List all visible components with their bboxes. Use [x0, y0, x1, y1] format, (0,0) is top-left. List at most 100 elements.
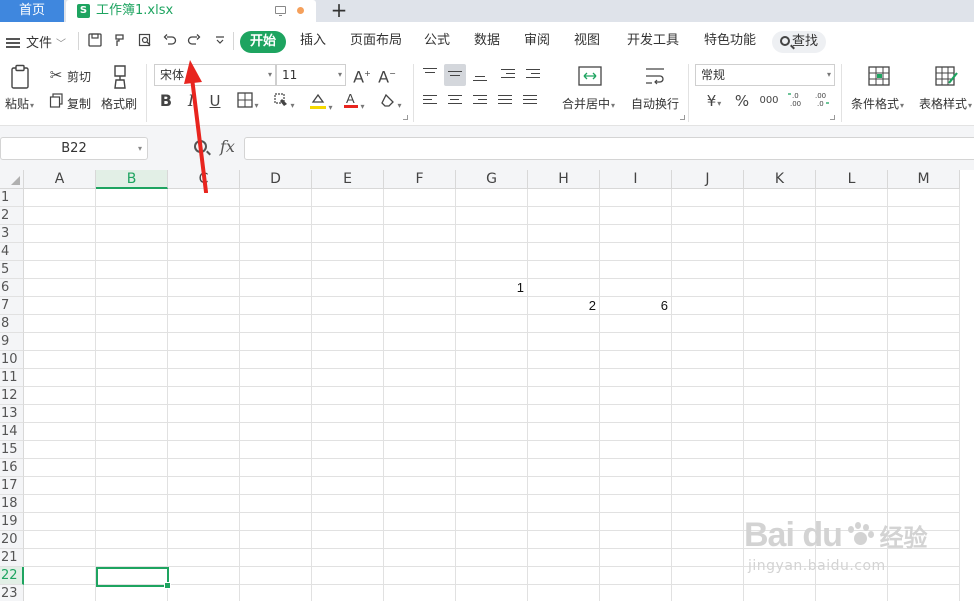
- cell-g15[interactable]: [456, 441, 528, 459]
- cell-a21[interactable]: [24, 549, 96, 567]
- cell-d5[interactable]: [240, 261, 312, 279]
- cell-d2[interactable]: [240, 207, 312, 225]
- tab-formulas[interactable]: 公式: [424, 33, 450, 49]
- cell-a15[interactable]: [24, 441, 96, 459]
- tab-review[interactable]: 审阅: [524, 33, 550, 49]
- cell-a3[interactable]: [24, 225, 96, 243]
- cell-j16[interactable]: [672, 459, 744, 477]
- cell-i2[interactable]: [600, 207, 672, 225]
- cell-e9[interactable]: [312, 333, 384, 351]
- cell-m2[interactable]: [888, 207, 960, 225]
- cell-h19[interactable]: [528, 513, 600, 531]
- cell-i10[interactable]: [600, 351, 672, 369]
- cell-a8[interactable]: [24, 315, 96, 333]
- cell-g13[interactable]: [456, 405, 528, 423]
- row-header-21[interactable]: 21: [0, 549, 24, 567]
- table-style-button[interactable]: 表格样式▾: [919, 95, 972, 112]
- cell-h11[interactable]: [528, 369, 600, 387]
- cell-e19[interactable]: [312, 513, 384, 531]
- cell-b18[interactable]: [96, 495, 168, 513]
- cell-f16[interactable]: [384, 459, 456, 477]
- cell-c16[interactable]: [168, 459, 240, 477]
- cell-h16[interactable]: [528, 459, 600, 477]
- cell-h12[interactable]: [528, 387, 600, 405]
- cell-d19[interactable]: [240, 513, 312, 531]
- row-header-1[interactable]: 1: [0, 189, 24, 207]
- cell-j18[interactable]: [672, 495, 744, 513]
- cell-m8[interactable]: [888, 315, 960, 333]
- cell-b21[interactable]: [96, 549, 168, 567]
- cell-k14[interactable]: [744, 423, 816, 441]
- cell-m22[interactable]: [888, 567, 960, 585]
- cell-g5[interactable]: [456, 261, 528, 279]
- cell-g4[interactable]: [456, 243, 528, 261]
- cell-l3[interactable]: [816, 225, 888, 243]
- cell-g14[interactable]: [456, 423, 528, 441]
- cell-f14[interactable]: [384, 423, 456, 441]
- new-tab-button[interactable]: +: [328, 0, 350, 22]
- increase-indent-icon[interactable]: [522, 64, 544, 86]
- cell-b16[interactable]: [96, 459, 168, 477]
- cell-k11[interactable]: [744, 369, 816, 387]
- merge-center-button[interactable]: 合并居中▾: [562, 95, 615, 112]
- cell-d3[interactable]: [240, 225, 312, 243]
- cell-j11[interactable]: [672, 369, 744, 387]
- cell-j8[interactable]: [672, 315, 744, 333]
- cell-l12[interactable]: [816, 387, 888, 405]
- cell-g8[interactable]: [456, 315, 528, 333]
- cell-m15[interactable]: [888, 441, 960, 459]
- cell-b3[interactable]: [96, 225, 168, 243]
- cell-m14[interactable]: [888, 423, 960, 441]
- cell-l7[interactable]: [816, 297, 888, 315]
- cell-d8[interactable]: [240, 315, 312, 333]
- cell-j14[interactable]: [672, 423, 744, 441]
- justify-icon[interactable]: [494, 90, 516, 112]
- cell-d13[interactable]: [240, 405, 312, 423]
- row-header-13[interactable]: 13: [0, 405, 24, 423]
- cut-button[interactable]: 剪切: [67, 68, 91, 85]
- cell-e23[interactable]: [312, 585, 384, 601]
- cell-a17[interactable]: [24, 477, 96, 495]
- cell-b20[interactable]: [96, 531, 168, 549]
- cell-f11[interactable]: [384, 369, 456, 387]
- cell-a6[interactable]: [24, 279, 96, 297]
- row-header-12[interactable]: 12: [0, 387, 24, 405]
- column-header-h[interactable]: H: [528, 170, 600, 189]
- cell-k10[interactable]: [744, 351, 816, 369]
- cell-g19[interactable]: [456, 513, 528, 531]
- distributed-align-icon[interactable]: [519, 90, 541, 112]
- increase-font-icon[interactable]: A+: [352, 65, 372, 86]
- cell-e14[interactable]: [312, 423, 384, 441]
- cell-c9[interactable]: [168, 333, 240, 351]
- cell-e11[interactable]: [312, 369, 384, 387]
- cell-j2[interactable]: [672, 207, 744, 225]
- cell-j17[interactable]: [672, 477, 744, 495]
- column-header-d[interactable]: D: [240, 170, 312, 189]
- monitor-icon[interactable]: [275, 6, 286, 16]
- tab-page-layout[interactable]: 页面布局: [350, 33, 402, 49]
- cell-b8[interactable]: [96, 315, 168, 333]
- cell-k15[interactable]: [744, 441, 816, 459]
- cell-j10[interactable]: [672, 351, 744, 369]
- cell-k1[interactable]: [744, 189, 816, 207]
- cell-e16[interactable]: [312, 459, 384, 477]
- cell-l9[interactable]: [816, 333, 888, 351]
- cell-d1[interactable]: [240, 189, 312, 207]
- cell-f5[interactable]: [384, 261, 456, 279]
- highlight-color-icon[interactable]: ▾: [305, 92, 337, 117]
- cell-c21[interactable]: [168, 549, 240, 567]
- cell-h8[interactable]: [528, 315, 600, 333]
- cell-d9[interactable]: [240, 333, 312, 351]
- cell-g7[interactable]: [456, 297, 528, 315]
- cell-b7[interactable]: [96, 297, 168, 315]
- cell-e22[interactable]: [312, 567, 384, 585]
- cell-l6[interactable]: [816, 279, 888, 297]
- cell-h6[interactable]: [528, 279, 600, 297]
- cell-c2[interactable]: [168, 207, 240, 225]
- cell-k13[interactable]: [744, 405, 816, 423]
- cell-i4[interactable]: [600, 243, 672, 261]
- column-header-k[interactable]: K: [744, 170, 816, 189]
- cell-d11[interactable]: [240, 369, 312, 387]
- cell-i11[interactable]: [600, 369, 672, 387]
- customize-toolbar-icon[interactable]: [212, 33, 228, 49]
